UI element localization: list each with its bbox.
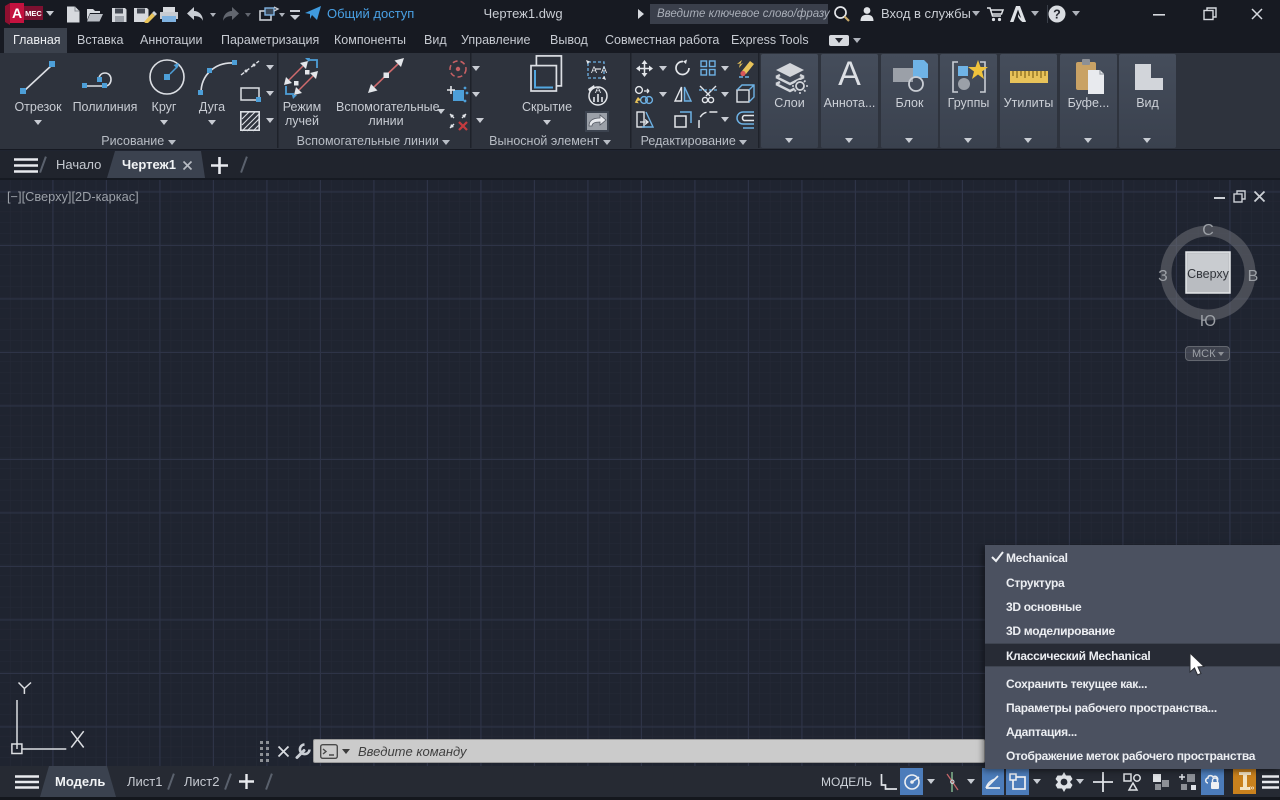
svg-text:З: З	[1158, 268, 1168, 285]
svg-text:A: A	[601, 65, 607, 75]
svg-text:∞: ∞	[1249, 785, 1254, 791]
svg-text:?: ?	[1053, 8, 1061, 22]
svg-text:MEC: MEC	[25, 9, 42, 18]
svg-text:С: С	[1202, 222, 1214, 239]
svg-text:A: A	[591, 65, 597, 75]
svg-text:В: В	[1248, 268, 1259, 285]
svg-text:A: A	[595, 85, 601, 95]
svg-text:A: A	[12, 5, 22, 21]
svg-text:Ю: Ю	[1200, 313, 1216, 328]
svg-text:Сверху: Сверху	[1187, 267, 1230, 281]
